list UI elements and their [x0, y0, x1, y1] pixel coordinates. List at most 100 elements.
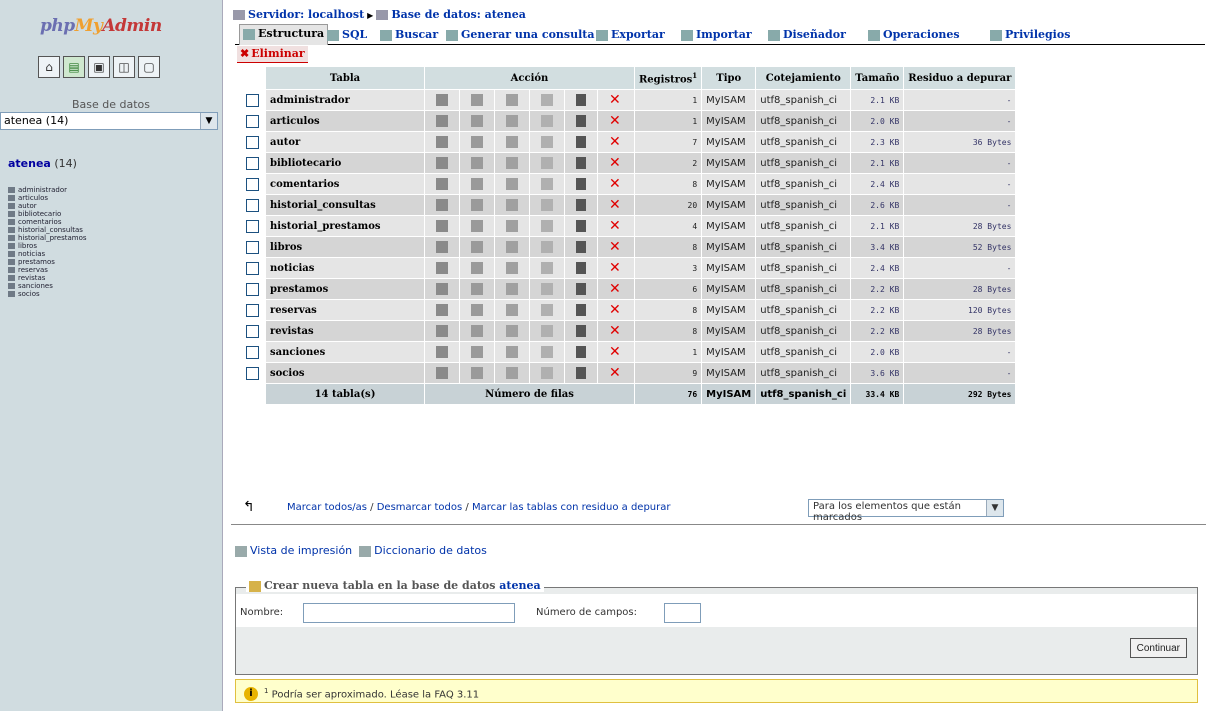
search-icon[interactable]	[506, 346, 518, 358]
drop-action[interactable]: ✕	[598, 132, 634, 152]
tab-designer[interactable]: Diseñador	[768, 26, 846, 44]
search-action[interactable]	[495, 132, 529, 152]
empty-icon[interactable]	[576, 178, 586, 190]
row-checkbox[interactable]	[246, 219, 259, 233]
structure-icon[interactable]	[471, 346, 483, 358]
structure-icon[interactable]	[471, 283, 483, 295]
structure-action[interactable]	[460, 342, 494, 362]
database-select[interactable]: atenea (14) ▼	[0, 112, 218, 130]
structure-icon[interactable]	[471, 220, 483, 232]
phpmyadmin-logo[interactable]: phpMyAdmin	[40, 16, 162, 36]
browse-icon[interactable]	[436, 241, 448, 253]
structure-action[interactable]	[460, 174, 494, 194]
search-icon[interactable]	[506, 178, 518, 190]
column-header-records[interactable]: Registros1	[635, 67, 702, 89]
insert-action[interactable]	[530, 279, 564, 299]
tab-search[interactable]: Buscar	[380, 26, 438, 44]
insert-icon[interactable]	[541, 241, 553, 253]
structure-action[interactable]	[460, 153, 494, 173]
table-name-link[interactable]: bibliotecario	[266, 153, 424, 173]
browse-icon[interactable]	[436, 262, 448, 274]
delete-icon[interactable]: ✕	[609, 156, 623, 170]
empty-icon[interactable]	[576, 94, 586, 106]
insert-action[interactable]	[530, 342, 564, 362]
structure-action[interactable]	[460, 90, 494, 110]
table-row[interactable]: comentarios ✕ 8 MyISAM utf8_spanish_ci 2.4 KB…	[240, 174, 1016, 194]
tab-operations[interactable]: Operaciones	[868, 26, 960, 44]
search-icon[interactable]	[506, 220, 518, 232]
column-header-table[interactable]: Tabla	[266, 67, 424, 89]
structure-action[interactable]	[460, 195, 494, 215]
search-action[interactable]	[495, 153, 529, 173]
insert-action[interactable]	[530, 111, 564, 131]
table-list-item[interactable]: historial_consultas	[8, 226, 87, 234]
table-list-item[interactable]: bibliotecario	[8, 210, 87, 218]
empty-icon[interactable]	[576, 304, 586, 316]
table-row[interactable]: sanciones ✕ 1 MyISAM utf8_spanish_ci 2.0 KB -	[240, 342, 1016, 362]
structure-icon[interactable]	[471, 136, 483, 148]
browse-icon[interactable]	[436, 115, 448, 127]
table-name-input[interactable]	[303, 603, 515, 623]
tab-sql[interactable]: SQL	[327, 26, 367, 44]
search-icon[interactable]	[506, 367, 518, 379]
drop-action[interactable]: ✕	[598, 363, 634, 383]
drop-action[interactable]: ✕	[598, 195, 634, 215]
drop-action[interactable]: ✕	[598, 237, 634, 257]
browse-action[interactable]	[425, 321, 459, 341]
delete-icon[interactable]: ✕	[609, 303, 623, 317]
insert-action[interactable]	[530, 216, 564, 236]
documentation-icon[interactable]: ▣	[88, 56, 110, 78]
empty-icon[interactable]	[576, 136, 586, 148]
table-name-link[interactable]: administrador	[266, 90, 424, 110]
insert-action[interactable]	[530, 237, 564, 257]
delete-icon[interactable]: ✕	[609, 114, 623, 128]
structure-icon[interactable]	[471, 241, 483, 253]
insert-action[interactable]	[530, 300, 564, 320]
table-row[interactable]: revistas ✕ 8 MyISAM utf8_spanish_ci 2.2 KB 28 …	[240, 321, 1016, 341]
row-checkbox[interactable]	[246, 93, 259, 107]
search-icon[interactable]	[506, 157, 518, 169]
column-header-overhead[interactable]: Residuo a depurar	[904, 67, 1016, 89]
empty-action[interactable]	[565, 300, 597, 320]
table-row[interactable]: libros ✕ 8 MyISAM utf8_spanish_ci 3.4 KB 52 By…	[240, 237, 1016, 257]
empty-icon[interactable]	[576, 325, 586, 337]
browse-action[interactable]	[425, 300, 459, 320]
search-action[interactable]	[495, 216, 529, 236]
drop-action[interactable]: ✕	[598, 342, 634, 362]
empty-action[interactable]	[565, 216, 597, 236]
delete-icon[interactable]: ✕	[609, 324, 623, 338]
row-checkbox[interactable]	[246, 135, 259, 149]
search-icon[interactable]	[506, 262, 518, 274]
table-name-link[interactable]: articulos	[266, 111, 424, 131]
sql-query-icon[interactable]: ▤	[63, 56, 85, 78]
empty-action[interactable]	[565, 111, 597, 131]
empty-action[interactable]	[565, 363, 597, 383]
table-name-link[interactable]: prestamos	[266, 279, 424, 299]
tab-import[interactable]: Importar	[681, 26, 752, 44]
row-checkbox[interactable]	[246, 345, 259, 359]
table-list-item[interactable]: sanciones	[8, 282, 87, 290]
data-dictionary-link[interactable]: Diccionario de datos	[374, 544, 487, 557]
delete-icon[interactable]: ✕	[609, 366, 623, 380]
table-list-item[interactable]: libros	[8, 242, 87, 250]
browse-action[interactable]	[425, 90, 459, 110]
delete-icon[interactable]: ✕	[609, 240, 623, 254]
row-checkbox[interactable]	[246, 261, 259, 275]
insert-icon[interactable]	[541, 367, 553, 379]
insert-action[interactable]	[530, 321, 564, 341]
row-checkbox[interactable]	[246, 366, 259, 380]
row-checkbox[interactable]	[246, 156, 259, 170]
empty-icon[interactable]	[576, 157, 586, 169]
table-name-link[interactable]: autor	[266, 132, 424, 152]
search-icon[interactable]	[506, 115, 518, 127]
browse-icon[interactable]	[436, 136, 448, 148]
column-header-size[interactable]: Tamaño	[851, 67, 904, 89]
table-list-item[interactable]: reservas	[8, 266, 87, 274]
structure-icon[interactable]	[471, 262, 483, 274]
insert-icon[interactable]	[541, 199, 553, 211]
empty-action[interactable]	[565, 90, 597, 110]
table-name-link[interactable]: historial_prestamos	[266, 216, 424, 236]
empty-icon[interactable]	[576, 367, 586, 379]
table-name-link[interactable]: noticias	[266, 258, 424, 278]
insert-action[interactable]	[530, 132, 564, 152]
